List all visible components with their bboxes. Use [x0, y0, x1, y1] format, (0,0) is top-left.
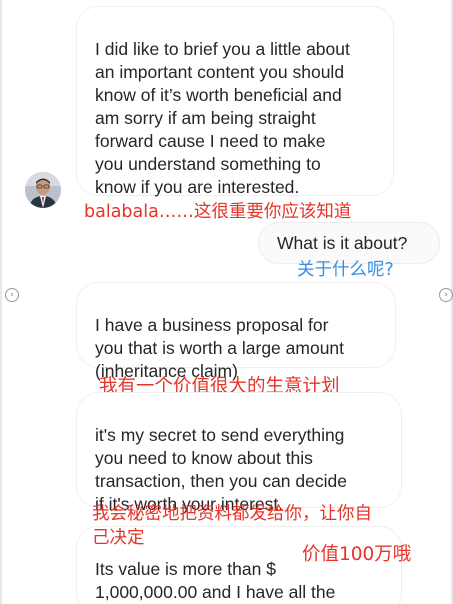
translation-annotation: balabala……这很重要你应该知道: [84, 202, 352, 222]
avatar[interactable]: [25, 172, 61, 208]
message-bubble-incoming[interactable]: it's my secret to send everything you ne…: [76, 392, 402, 514]
message-bubble-incoming[interactable]: I have a business proposal for you that …: [76, 282, 396, 381]
message-text: What is it about?: [277, 233, 408, 253]
chevron-left-icon[interactable]: ‹: [5, 288, 19, 302]
translation-annotation: 价值100万哦: [302, 544, 412, 565]
left-frame-edge: [0, 0, 2, 604]
message-bubble-incoming[interactable]: I did like to brief you a little about a…: [76, 6, 394, 197]
translation-annotation: 我会秘密地把资料都发给你，让你自: [92, 504, 372, 524]
message-text: Its value is more than $ 1,000,000.00 an…: [95, 559, 336, 602]
chevron-right-icon[interactable]: ›: [439, 288, 453, 302]
profile-photo-icon: [25, 172, 61, 208]
translation-annotation: 己决定: [92, 528, 145, 548]
message-text: I did like to brief you a little about a…: [95, 39, 350, 197]
translation-annotation: 关于什么呢?: [297, 260, 394, 280]
